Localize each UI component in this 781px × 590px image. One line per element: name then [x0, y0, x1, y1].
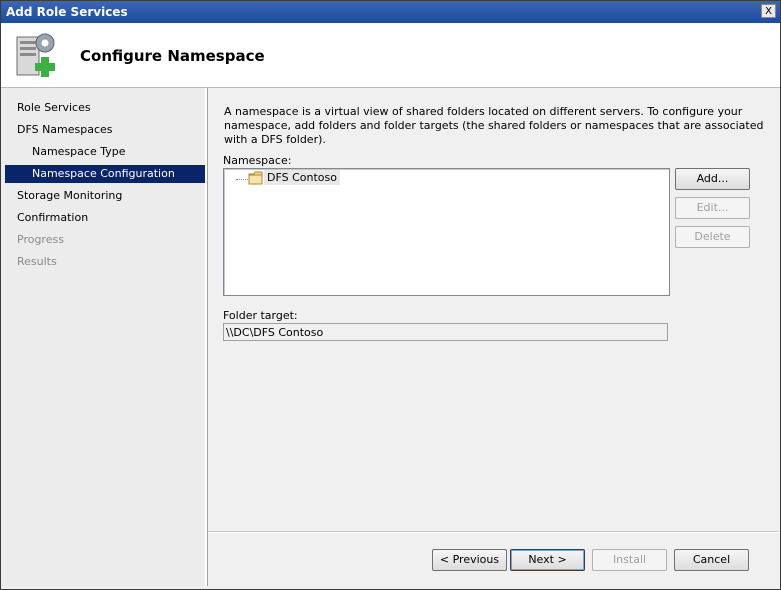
sidebar-item-namespace-configuration[interactable]: Namespace Configuration	[5, 165, 205, 183]
sidebar-item-confirmation[interactable]: Confirmation	[1, 209, 205, 227]
wizard-steps-sidebar: Role Services DFS Namespaces Namespace T…	[1, 88, 207, 586]
server-add-icon	[16, 33, 55, 77]
sidebar-item-results: Results	[17, 255, 57, 268]
main-content: A namespace is a virtual view of shared …	[208, 88, 779, 531]
tree-item-dfs-contoso[interactable]: DFS Contoso	[264, 170, 340, 185]
add-button[interactable]: Add...	[675, 168, 750, 190]
install-button[interactable]: Install	[592, 549, 667, 571]
previous-button[interactable]: < Previous	[432, 549, 507, 571]
title-bar[interactable]: Add Role Services X	[1, 1, 780, 23]
delete-button[interactable]: Delete	[675, 226, 750, 248]
folder-target-label: Folder target:	[223, 309, 298, 322]
wizard-footer: < Previous Next > Install Cancel	[208, 531, 779, 588]
folder-icon	[248, 171, 263, 185]
next-button[interactable]: Next >	[510, 549, 585, 571]
edit-button[interactable]: Edit...	[675, 197, 750, 219]
sidebar-item-namespace-type[interactable]: Namespace Type	[1, 143, 205, 161]
namespace-tree[interactable]: DFS Contoso	[223, 168, 670, 296]
folder-target-field: \\DC\DFS Contoso	[223, 323, 668, 341]
page-title: Configure Namespace	[80, 47, 265, 65]
close-button[interactable]: X	[761, 4, 776, 18]
sidebar-item-role-services[interactable]: Role Services	[1, 99, 205, 117]
sidebar-item-storage-monitoring[interactable]: Storage Monitoring	[1, 187, 205, 205]
tree-connector	[236, 179, 248, 180]
sidebar-item-progress: Progress	[17, 233, 64, 246]
add-role-services-window: Add Role Services X Configure Namespace …	[0, 0, 781, 590]
window-title: Add Role Services	[6, 5, 128, 19]
wizard-header: Configure Namespace	[1, 23, 780, 88]
description-text: A namespace is a virtual view of shared …	[224, 105, 764, 146]
sidebar-item-dfs-namespaces[interactable]: DFS Namespaces	[1, 121, 205, 139]
cancel-button[interactable]: Cancel	[674, 549, 749, 571]
namespace-label: Namespace:	[223, 154, 292, 167]
